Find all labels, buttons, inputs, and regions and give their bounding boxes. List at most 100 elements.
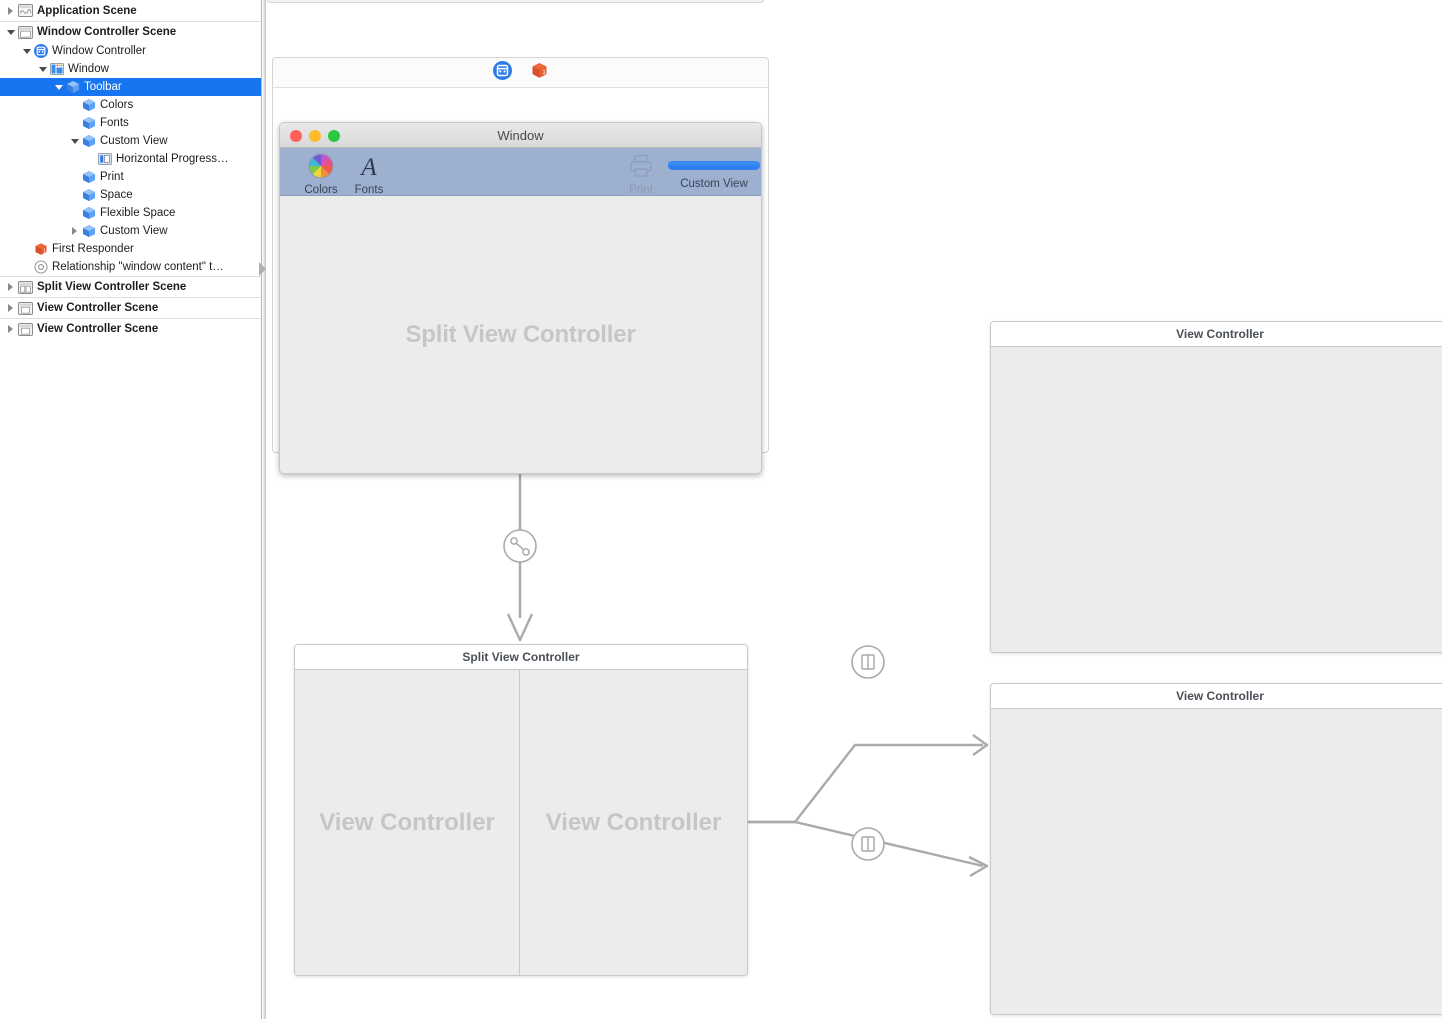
outline-row-window[interactable]: Window [0,60,261,78]
view-controller-scene-1-title: View Controller [991,322,1442,347]
outline-row-space[interactable]: Space [0,186,261,204]
toolbar-item-custom-view[interactable]: Custom View [666,156,761,190]
toolbar-item-print-label: Print [629,184,653,196]
toolbar-item-colors-label: Colors [304,184,338,196]
split-pane-right-placeholder: View Controller [545,808,722,836]
twisty-placeholder [70,100,81,111]
first-responder-dock-icon[interactable]: 1 [530,61,549,85]
first-responder-icon: 1 [34,242,48,256]
window-controller-dock-icon[interactable] [492,60,512,85]
outline-row-horizontal-progress[interactable]: Horizontal Progress… [0,150,261,168]
outline-row-label: Split View Controller Scene [37,281,187,293]
view-controller-scene-2-content[interactable] [991,709,1442,1014]
window-scene-icon [18,25,33,40]
outline-row-flexible-space[interactable]: Flexible Space [0,204,261,222]
twisty-placeholder [86,154,97,165]
chevron-open-icon[interactable] [6,27,17,38]
storyboard-canvas[interactable]: 1 Window Colors A Fonts Print Custom Vie… [267,0,1442,1019]
chevron-open-icon[interactable] [54,82,65,93]
relationship-segue-icon [34,260,48,274]
chevron-closed-icon[interactable] [6,5,17,16]
cube-icon [82,98,96,112]
outline-row-label: Window Controller Scene [37,26,177,38]
chevron-closed-icon[interactable] [70,226,81,237]
view-controller-scene-2-title: View Controller [991,684,1442,709]
outline-row-label: Custom View [100,225,168,237]
traffic-lights [290,130,340,142]
toolbar-item-custom-view-label: Custom View [680,178,748,190]
close-button-light[interactable] [290,130,302,142]
outline-row-view-controller-scene[interactable]: View Controller Scene [0,297,261,318]
scene-dock[interactable]: 1 [272,57,769,88]
split-view-scene-icon [18,280,33,295]
outline-row-label: Horizontal Progress… [116,153,229,165]
outline-row-custom-view[interactable]: Custom View [0,132,261,150]
svg-text:1: 1 [542,69,546,76]
chevron-open-icon[interactable] [38,64,49,75]
outline-row-window-controller[interactable]: Window Controller [0,42,261,60]
split-view-controller-title: Split View Controller [295,645,747,670]
window-icon [50,62,64,76]
twisty-placeholder [22,244,33,255]
toolbar-item-fonts[interactable]: A Fonts [342,152,396,196]
cube-icon [82,134,96,148]
outline-row-label: Toolbar [84,81,122,93]
xcode-interface-builder: Application Scene Window Controller Scene… [0,0,1442,1019]
panel-splitter[interactable] [261,0,266,1019]
document-outline-panel[interactable]: Application Scene Window Controller Scene… [0,0,261,1019]
outline-row-first-responder[interactable]: 1 First Responder [0,240,261,258]
outline-row-relationship-window-content-t[interactable]: Relationship "window content" t… [0,258,261,276]
split-pane-right[interactable]: View Controller [520,670,747,975]
outline-row-print[interactable]: Print [0,168,261,186]
outline-row-fonts[interactable]: Fonts [0,114,261,132]
split-pane-left[interactable]: View Controller [295,670,520,975]
view-controller-scene-icon [18,322,33,337]
outline-row-label: Flexible Space [100,207,176,219]
outline-row-toolbar[interactable]: Toolbar [0,78,261,96]
outline-row-label: Window Controller [52,45,146,57]
window-controller-scene[interactable]: 1 Window Colors A Fonts Print Custom Vie… [272,57,769,474]
toolbar-item-print[interactable]: Print [616,152,666,196]
twisty-placeholder [70,190,81,201]
cube-icon [82,188,96,202]
outline-row-application-scene[interactable]: Application Scene [0,0,261,21]
window-preview[interactable]: Window Colors A Fonts Print Custom View … [279,122,762,474]
window-title: Window [497,127,544,143]
zoom-button-light[interactable] [328,130,340,142]
outline-row-label: Colors [100,99,134,111]
outline-row-view-controller-scene[interactable]: View Controller Scene [0,318,261,339]
view-controller-scene-2[interactable]: View Controller [990,683,1442,1015]
toolbar-item-colors[interactable]: Colors [294,152,348,196]
window-content-area[interactable]: Split View Controller [280,196,761,473]
view-controller-scene-1-content[interactable] [991,347,1442,652]
window-toolbar[interactable]: Colors A Fonts Print Custom View [280,148,761,196]
cube-icon [82,170,96,184]
outline-row-window-controller-scene[interactable]: Window Controller Scene [0,21,261,42]
chevron-open-icon[interactable] [22,46,33,57]
window-controller-icon [34,44,48,58]
outline-row-custom-view[interactable]: Custom View [0,222,261,240]
outline-row-label: View Controller Scene [37,323,159,335]
view-controller-scene-1[interactable]: View Controller [990,321,1442,653]
twisty-placeholder [70,172,81,183]
outline-row-label: Relationship "window content" t… [52,261,224,273]
split-view-controller-scene[interactable]: Split View Controller View Controller Vi… [294,644,748,976]
outline-row-label: View Controller Scene [37,302,159,314]
outline-row-label: Print [100,171,124,183]
outline-row-label: Fonts [100,117,129,129]
splitter-collapse-handle-icon[interactable] [259,262,266,276]
outline-row-split-view-controller-scene[interactable]: Split View Controller Scene [0,276,261,297]
chevron-closed-icon[interactable] [6,324,17,335]
split-panes: View Controller View Controller [295,670,747,975]
chevron-open-icon[interactable] [70,136,81,147]
minimize-button-light[interactable] [309,130,321,142]
chevron-closed-icon[interactable] [6,303,17,314]
outline-row-label: First Responder [52,243,134,255]
cube-icon [82,224,96,238]
clipped-scene-dock [267,0,764,3]
outline-row-colors[interactable]: Colors [0,96,261,114]
view-controller-scene-icon [18,301,33,316]
cube-icon [82,116,96,130]
chevron-closed-icon[interactable] [6,282,17,293]
scene-icon [18,3,33,18]
